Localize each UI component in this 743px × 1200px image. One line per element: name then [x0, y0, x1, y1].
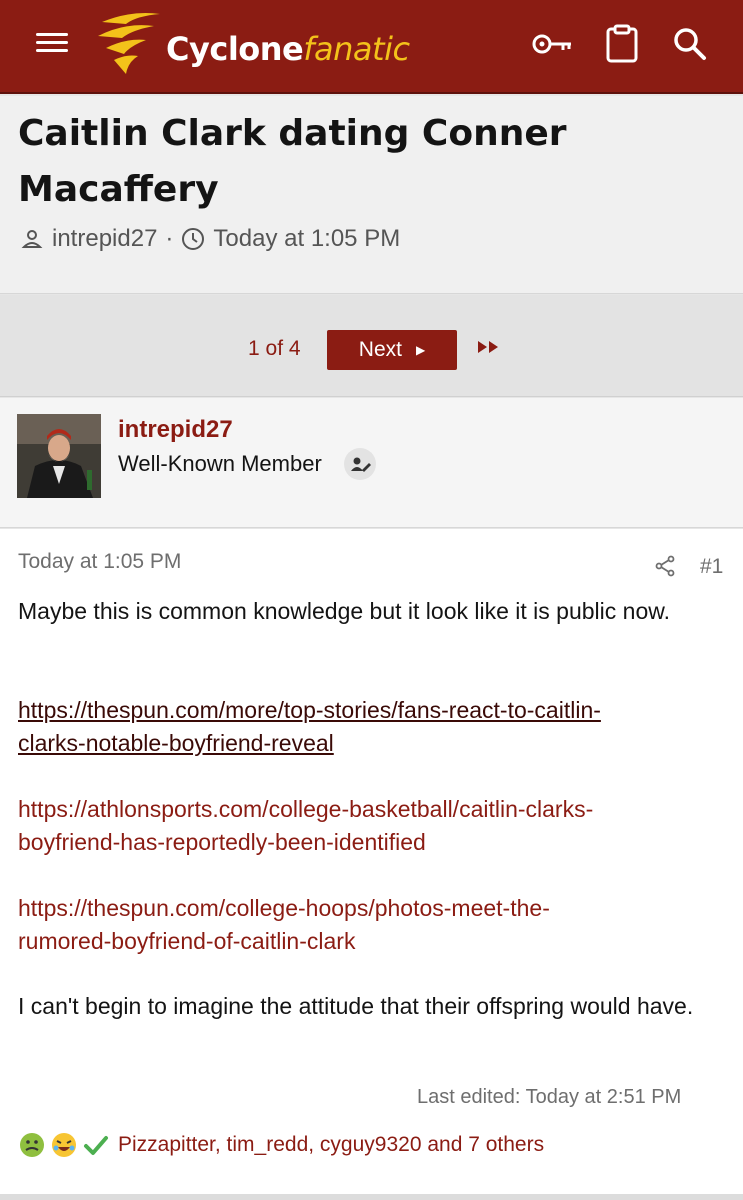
thread-meta: intrepid27 · Today at 1:05 PM — [20, 224, 400, 254]
check-mark-icon — [84, 1136, 108, 1155]
site-logo[interactable]: Cyclonefanatic — [96, 8, 436, 80]
next-page-label: Next — [358, 338, 402, 361]
link-text[interactable]: https://athlonsports.com/college-basketb… — [18, 796, 593, 822]
user-title: Well-Known Member — [118, 451, 322, 476]
post-divider — [0, 1194, 743, 1200]
user-icon — [21, 230, 43, 248]
cyclone-logo-icon — [98, 13, 160, 74]
logo-text-fanatic: fanatic — [303, 30, 410, 68]
post-date[interactable]: Today at 1:05 PM — [18, 550, 181, 574]
caret-right-icon: ▶ — [415, 343, 426, 357]
top-bar: Cyclonefanatic — [0, 0, 743, 94]
nauseated-face-icon — [20, 1133, 44, 1157]
thread-author[interactable]: intrepid27 — [52, 225, 157, 253]
reactions-bar[interactable]: Pizzapitter, tim_redd, cyguy9320 and 7 o… — [18, 1129, 544, 1161]
share-icon[interactable] — [654, 555, 676, 577]
post-paragraph: Maybe this is common knowledge but it lo… — [18, 598, 670, 624]
link-text[interactable]: https://thespun.com/more/top-stories/fan… — [18, 697, 601, 723]
link-text[interactable]: boyfriend-has-reportedly-been-identified — [18, 829, 426, 855]
post-link-2[interactable]: https://athlonsports.com/college-basketb… — [18, 793, 718, 859]
next-page-button[interactable]: Next ▶ — [327, 330, 457, 370]
last-page-icon[interactable] — [476, 339, 502, 355]
post-paragraph: I can't begin to imagine the attitude th… — [18, 993, 694, 1019]
post-link-3[interactable]: https://thespun.com/college-hoops/photos… — [18, 892, 718, 958]
clipboard-icon[interactable] — [600, 24, 644, 64]
key-icon[interactable] — [529, 24, 573, 64]
thread-header: Caitlin Clark dating Conner Macaffery in… — [0, 96, 743, 294]
search-icon[interactable] — [668, 24, 712, 64]
page-indicator[interactable]: 1 of 4 — [248, 337, 301, 361]
logo-text-cyclone: Cyclone — [166, 30, 304, 68]
link-text[interactable]: rumored-boyfriend-of-caitlin-clark — [18, 928, 355, 954]
link-text[interactable]: clarks-notable-boyfriend-reveal — [18, 730, 334, 756]
reactions-users[interactable]: Pizzapitter, tim_redd, cyguy9320 and 7 o… — [118, 1133, 544, 1157]
user-badge[interactable] — [344, 448, 376, 480]
post-content: Today at 1:05 PM #1 Maybe this is common… — [0, 529, 743, 1200]
pagination: 1 of 4 Next ▶ — [0, 295, 743, 397]
link-text[interactable]: https://thespun.com/college-hoops/photos… — [18, 895, 550, 921]
thread-title: Caitlin Clark dating Conner Macaffery — [18, 113, 567, 210]
site-name: Cyclonefanatic — [166, 30, 410, 68]
laughing-face-icon — [52, 1133, 76, 1157]
post-author-block: intrepid27 Well-Known Member — [0, 398, 743, 528]
user-edit-icon — [351, 457, 371, 472]
clock-icon — [182, 228, 205, 250]
last-edited: Last edited: Today at 2:51 PM — [417, 1086, 682, 1108]
thread-time[interactable]: Today at 1:05 PM — [213, 225, 400, 253]
meta-separator: · — [165, 225, 174, 252]
post-number[interactable]: #1 — [700, 555, 723, 579]
post-link-1[interactable]: https://thespun.com/more/top-stories/fan… — [18, 694, 718, 760]
menu-icon[interactable] — [36, 31, 68, 55]
avatar[interactable] — [17, 414, 101, 498]
post-username[interactable]: intrepid27 — [118, 416, 233, 444]
